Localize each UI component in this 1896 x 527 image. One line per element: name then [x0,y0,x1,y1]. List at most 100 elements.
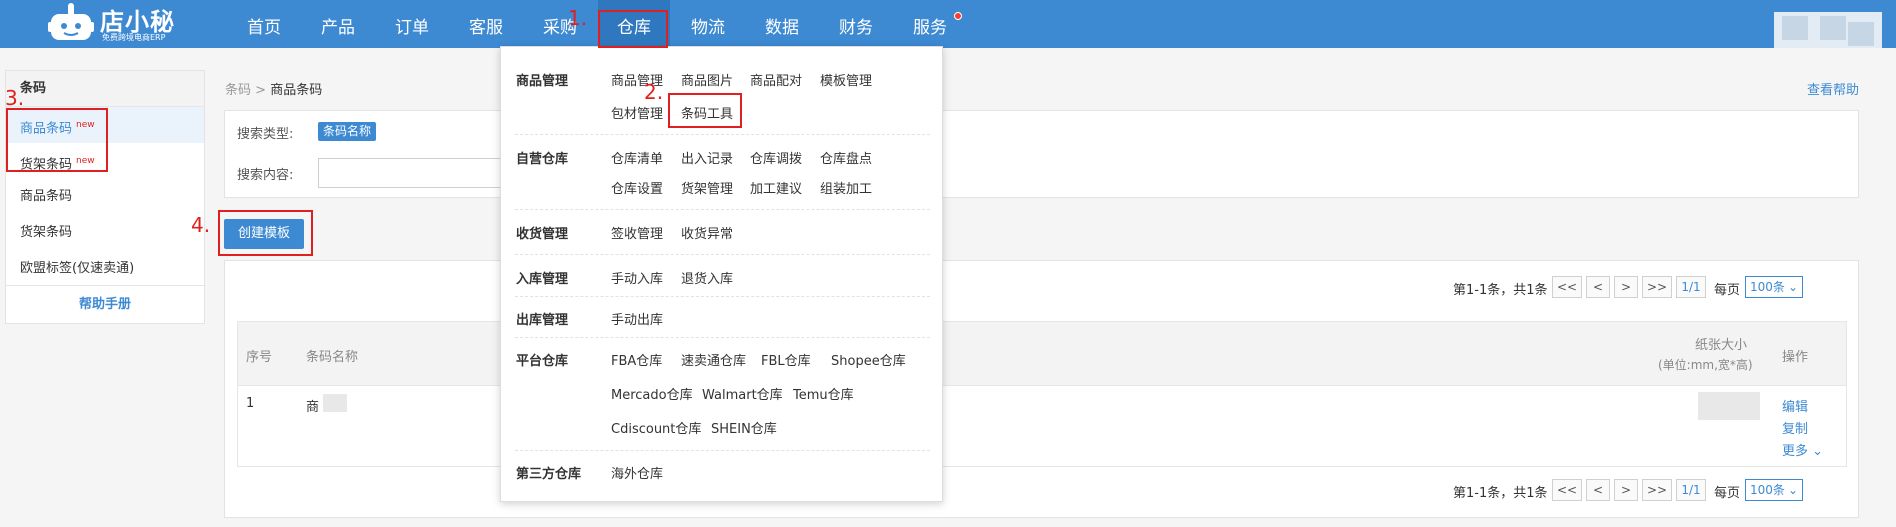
per-page-value: 100条 [1750,280,1785,294]
menu-item-manual-outbound[interactable]: 手动出库 [611,309,663,328]
brand-logo[interactable]: 店小秘 免费跨境电商ERP [48,0,188,48]
pagination-summary: 第1-1条，共1条 [1453,283,1548,298]
menu-item-shelf-management[interactable]: 货架管理 [681,178,733,197]
sidebar-header: 条码 [6,71,204,107]
nav-data[interactable]: 数据 [746,0,818,48]
menu-item-manual-inbound[interactable]: 手动入库 [611,268,663,287]
nav-products[interactable]: 产品 [302,0,374,48]
nav-finance[interactable]: 财务 [820,0,892,48]
annotation-box-1 [598,10,668,48]
menu-item-shopee-warehouse[interactable]: Shopee仓库 [831,350,906,369]
edit-link[interactable]: 编辑 [1782,396,1808,415]
chevron-down-icon: ⌄ [1787,280,1798,294]
current-page: 1/1 [1676,276,1706,298]
user-avatar[interactable] [1774,12,1882,48]
menu-item-sign-receipt[interactable]: 签收管理 [611,223,663,242]
more-link[interactable]: 更多 ⌄ [1782,440,1823,459]
brand-subtitle: 免费跨境电商ERP [102,33,166,42]
breadcrumb-separator: > [255,83,267,98]
menu-item-shein-warehouse[interactable]: SHEIN仓库 [711,418,777,437]
menu-item-receiving-exceptions[interactable]: 收货异常 [681,223,733,242]
per-page-select[interactable]: 100条 ⌄ [1745,479,1803,501]
col-index: 序号 [246,350,273,365]
sidebar-item-shelf-barcode[interactable]: 货架条码 [6,215,204,251]
menu-item-packaging-management[interactable]: 包材管理 [611,103,663,122]
section-own-warehouse: 自营仓库 [516,152,569,167]
menu-item-stocktaking[interactable]: 仓库盘点 [820,148,872,167]
per-page-select[interactable]: 100条 ⌄ [1745,276,1803,298]
row-name: 商 [306,400,320,415]
search-type-option[interactable]: 条码名称 [318,122,377,141]
copy-link[interactable]: 复制 [1782,418,1808,437]
menu-item-cdiscount-warehouse[interactable]: Cdiscount仓库 [611,418,701,437]
table-header: 序号 条码名称 纸张大小 (单位:mm,宽*高) 操作 [238,322,1846,386]
menu-item-assembly-processing[interactable]: 组装加工 [820,178,872,197]
section-platform-warehouse: 平台仓库 [516,354,569,369]
nav-services[interactable]: 服务 [894,0,966,48]
sidebar-item-eu-label[interactable]: 欧盟标签(仅速卖通) [6,251,204,287]
section-outbound: 出库管理 [516,313,569,328]
menu-item-mercado-warehouse[interactable]: Mercado仓库 [611,384,693,403]
nav-customer-service[interactable]: 客服 [450,0,522,48]
view-help-link[interactable]: 查看帮助 [1807,79,1859,98]
menu-item-fba-warehouse[interactable]: FBA仓库 [611,350,662,369]
chevron-down-icon: ⌄ [1808,444,1824,459]
annotation-number-2: 2. [644,80,664,104]
col-ops: 操作 [1782,350,1809,365]
first-page-button[interactable]: << [1552,479,1582,501]
menu-item-inout-records[interactable]: 出入记录 [681,148,733,167]
nav-logistics[interactable]: 物流 [672,0,744,48]
menu-item-aliexpress-warehouse[interactable]: 速卖通仓库 [681,350,746,369]
search-content-input[interactable] [318,158,518,188]
per-page-label: 每页 [1714,486,1741,501]
annotation-box-2 [668,93,742,128]
breadcrumb-parent[interactable]: 条码 [225,83,251,98]
sidebar-item-product-barcode[interactable]: 商品条码 [6,179,204,215]
menu-item-fbl-warehouse[interactable]: FBL仓库 [761,350,811,369]
last-page-button[interactable]: >> [1642,479,1672,501]
last-page-button[interactable]: >> [1642,276,1672,298]
divider [515,254,930,255]
section-goods-management: 商品管理 [516,74,569,89]
menu-item-overseas-warehouse[interactable]: 海外仓库 [611,463,663,482]
pagination-top: 第1-1条，共1条 << < > >> 1/1 每页 100条 ⌄ [1453,276,1833,298]
menu-item-temu-warehouse[interactable]: Temu仓库 [793,384,854,403]
menu-item-warehouse-transfer[interactable]: 仓库调拨 [750,148,802,167]
nav-home[interactable]: 首页 [228,0,300,48]
annotation-number-4: 4. [191,213,211,237]
menu-item-walmart-warehouse[interactable]: Walmart仓库 [702,384,783,403]
help-manual-link[interactable]: 帮助手册 [6,285,204,323]
menu-item-template-management[interactable]: 模板管理 [820,70,872,89]
next-page-button[interactable]: > [1614,276,1638,298]
per-page-label: 每页 [1714,283,1741,298]
menu-item-processing-suggestions[interactable]: 加工建议 [750,178,802,197]
menu-item-return-inbound[interactable]: 退货入库 [681,268,733,287]
pagination-summary: 第1-1条，共1条 [1453,486,1548,501]
annotation-number-1: 1. [568,6,588,30]
template-table: 序号 条码名称 纸张大小 (单位:mm,宽*高) 操作 1 商 编辑 复制 更多… [237,321,1847,467]
prev-page-button[interactable]: < [1586,276,1610,298]
col-paper-size: 纸张大小 [1694,338,1747,353]
breadcrumb: 条码 > 商品条码 [225,79,322,98]
top-nav-bar: 店小秘 免费跨境电商ERP 首页 产品 订单 客服 采购 仓库 物流 数据 财务… [0,0,1896,48]
next-page-button[interactable]: > [1614,479,1638,501]
notification-dot [954,12,962,20]
nav-orders[interactable]: 订单 [376,0,448,48]
menu-item-goods-images[interactable]: 商品图片 [681,70,733,89]
menu-item-warehouse-list[interactable]: 仓库清单 [611,148,663,167]
menu-item-warehouse-settings[interactable]: 仓库设置 [611,178,663,197]
divider [515,209,930,210]
template-list-panel: 第1-1条，共1条 << < > >> 1/1 每页 100条 ⌄ 序号 条码名… [224,260,1859,518]
per-page-value: 100条 [1750,483,1785,497]
chevron-down-icon: ⌄ [1787,483,1798,497]
menu-item-goods-pairing[interactable]: 商品配对 [750,70,802,89]
divider [515,134,930,135]
section-receiving: 收货管理 [516,227,569,242]
prev-page-button[interactable]: < [1586,479,1610,501]
first-page-button[interactable]: << [1552,276,1582,298]
more-label: 更多 [1782,444,1809,459]
breadcrumb-current: 商品条码 [270,83,323,98]
search-content-label: 搜索内容: [237,168,294,183]
search-type-label: 搜索类型: [237,127,294,142]
annotation-number-3: 3. [5,86,25,110]
